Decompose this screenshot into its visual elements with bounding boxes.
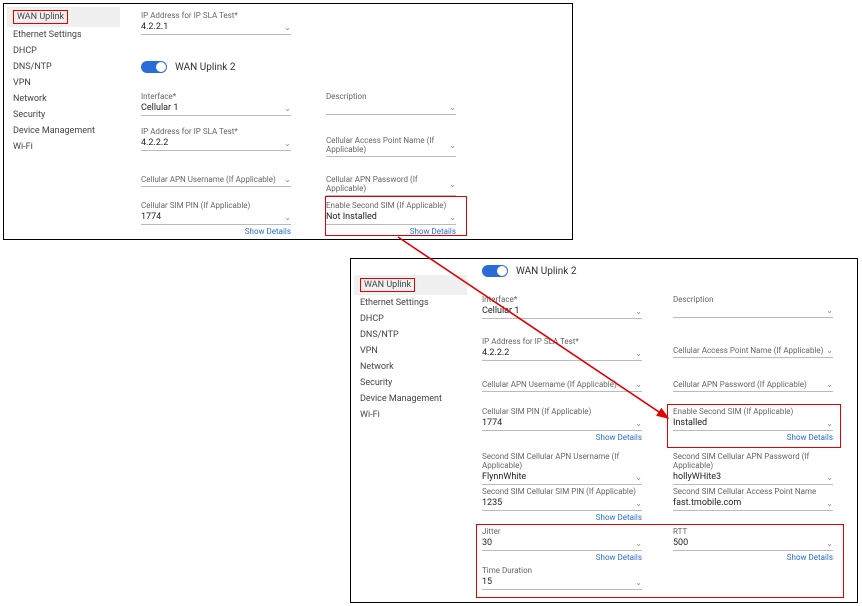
chevron-down-icon: ⌄ — [635, 419, 642, 428]
sidebar-item-dhcp[interactable]: DHCP — [354, 311, 467, 327]
sim2-apn-pass[interactable]: hollyWHite3⌄ — [673, 471, 833, 485]
chevron-down-icon: ⌄ — [826, 499, 833, 508]
apn-user-select[interactable]: Cellular APN Username (If Applicable)⌄ — [141, 174, 291, 187]
ip-sla-select[interactable]: 4.2.2.2⌄ — [482, 347, 642, 361]
sidebar-item-dns-ntp[interactable]: DNS/NTP — [354, 327, 467, 343]
chevron-down-icon: ⌄ — [284, 104, 291, 113]
sidebar-item-security[interactable]: Security — [354, 375, 467, 391]
chevron-down-icon: ⌄ — [635, 307, 642, 316]
second-sim-select[interactable]: Installed⌄ — [673, 417, 833, 431]
sidebar-item-vpn[interactable]: VPN — [7, 75, 120, 91]
rtt-select[interactable]: 500⌄ — [673, 537, 833, 551]
apn-pass-select[interactable]: Cellular APN Password (If Applicable)⌄ — [326, 174, 456, 196]
wan-uplink-2-toggle[interactable] — [482, 265, 508, 277]
jitter-select[interactable]: 30⌄ — [482, 537, 642, 551]
wan-uplink-2-toggle-row: WAN Uplink 2 — [141, 61, 235, 73]
sidebar-item-network[interactable]: Network — [7, 91, 120, 107]
sidebar-item-device-mgmt[interactable]: Device Management — [7, 123, 120, 139]
sidebar-item-ethernet[interactable]: Ethernet Settings — [7, 27, 120, 43]
show-details-link[interactable]: Show Details — [673, 433, 833, 442]
chevron-down-icon: ⌄ — [635, 349, 642, 358]
chevron-down-icon: ⌄ — [284, 139, 291, 148]
sidebar-item-dhcp[interactable]: DHCP — [7, 43, 120, 59]
panel-after: WAN Uplink Ethernet Settings DHCP DNS/NT… — [350, 258, 858, 603]
chevron-down-icon: ⌄ — [635, 499, 642, 508]
sidebar-item-vpn[interactable]: VPN — [354, 343, 467, 359]
sidebar: WAN Uplink Ethernet Settings DHCP DNS/NT… — [7, 7, 120, 155]
sidebar-item-network[interactable]: Network — [354, 359, 467, 375]
chevron-down-icon: ⌄ — [826, 473, 833, 482]
chevron-down-icon: ⌄ — [449, 213, 456, 222]
sim2-apn[interactable]: fast.tmobile.com⌄ — [673, 497, 833, 511]
chevron-down-icon: ⌄ — [635, 380, 642, 389]
show-details-link[interactable]: Show Details — [482, 553, 642, 562]
sim-pin-select[interactable]: 1774⌄ — [141, 211, 291, 225]
interface-select[interactable]: Cellular 1⌄ — [141, 102, 291, 116]
chevron-down-icon: ⌄ — [635, 578, 642, 587]
chevron-down-icon: ⌄ — [635, 539, 642, 548]
wan-uplink-2-toggle[interactable] — [141, 61, 167, 73]
chevron-down-icon: ⌄ — [284, 175, 291, 184]
apn-pass-select[interactable]: Cellular APN Password (If Applicable)⌄ — [673, 379, 833, 392]
sidebar-item-wifi[interactable]: Wi-Fi — [354, 407, 467, 423]
chevron-down-icon: ⌄ — [284, 213, 291, 222]
sidebar-item-wan-uplink[interactable]: WAN Uplink — [354, 275, 467, 295]
chevron-down-icon: ⌄ — [635, 473, 642, 482]
sidebar-item-device-mgmt[interactable]: Device Management — [354, 391, 467, 407]
sim-pin-select[interactable]: 1774⌄ — [482, 417, 642, 431]
chevron-down-icon: ⌄ — [449, 141, 456, 150]
sidebar-item-wifi[interactable]: Wi-Fi — [7, 139, 120, 155]
sidebar-item-security[interactable]: Security — [7, 107, 120, 123]
interface-select[interactable]: Cellular 1⌄ — [482, 305, 642, 319]
ip-sla-top-select[interactable]: 4.2.2.1⌄ — [141, 21, 291, 35]
apn-select[interactable]: Cellular Access Point Name (If Applicabl… — [326, 135, 456, 157]
show-details-link[interactable]: Show Details — [482, 433, 642, 442]
chevron-down-icon: ⌄ — [826, 419, 833, 428]
chevron-down-icon: ⌄ — [449, 103, 456, 112]
show-details-link[interactable]: Show Details — [482, 513, 642, 522]
sidebar: WAN Uplink Ethernet Settings DHCP DNS/NT… — [354, 275, 467, 423]
sidebar-item-wan-uplink[interactable]: WAN Uplink — [7, 7, 120, 27]
sim2-apn-user[interactable]: FlynnWhite⌄ — [482, 471, 642, 485]
sidebar-item-ethernet[interactable]: Ethernet Settings — [354, 295, 467, 311]
sim2-pin[interactable]: 1235⌄ — [482, 497, 642, 511]
description-select[interactable]: ⌄ — [673, 305, 833, 318]
show-details-link[interactable]: Show Details — [326, 227, 456, 236]
chevron-down-icon: ⌄ — [449, 180, 456, 189]
show-details-link[interactable]: Show Details — [141, 227, 291, 236]
time-duration-select[interactable]: 15⌄ — [482, 576, 642, 590]
field-ip-sla-top: IP Address for IP SLA Test* 4.2.2.1⌄ — [141, 11, 291, 35]
sidebar-item-dns-ntp[interactable]: DNS/NTP — [7, 59, 120, 75]
apn-select[interactable]: Cellular Access Point Name (If Applicabl… — [673, 345, 833, 358]
panel-before: WAN Uplink Ethernet Settings DHCP DNS/NT… — [3, 3, 573, 240]
chevron-down-icon: ⌄ — [826, 380, 833, 389]
chevron-down-icon: ⌄ — [826, 346, 833, 355]
show-details-link[interactable]: Show Details — [673, 553, 833, 562]
wan-uplink-2-label: WAN Uplink 2 — [516, 266, 576, 277]
ip-sla-select[interactable]: 4.2.2.2⌄ — [141, 137, 291, 151]
wan-uplink-2-toggle-row: WAN Uplink 2 — [482, 265, 576, 277]
chevron-down-icon: ⌄ — [284, 23, 291, 32]
chevron-down-icon: ⌄ — [826, 306, 833, 315]
description-select[interactable]: ⌄ — [326, 102, 456, 115]
chevron-down-icon: ⌄ — [826, 539, 833, 548]
wan-uplink-2-label: WAN Uplink 2 — [175, 62, 235, 73]
apn-user-select[interactable]: Cellular APN Username (If Applicable)⌄ — [482, 379, 642, 392]
second-sim-select[interactable]: Not Installed⌄ — [326, 211, 456, 225]
